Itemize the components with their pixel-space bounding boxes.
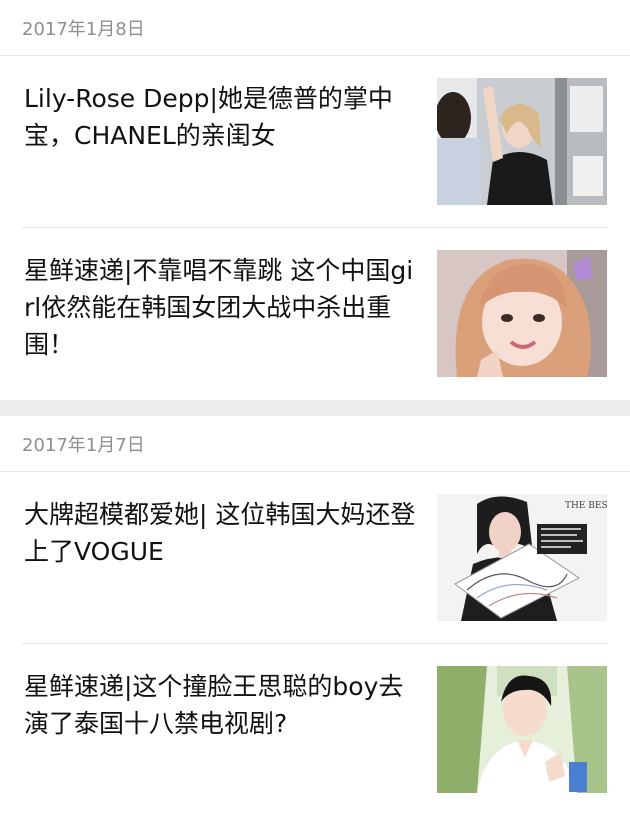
article-title[interactable]: 大牌超模都爱她| 这位韩国大妈还登上了VOGUE bbox=[24, 496, 416, 570]
article-thumbnail[interactable] bbox=[437, 666, 607, 793]
article-title[interactable]: 星鲜速递|不靠唱不靠跳 这个中国girl依然能在韩国女团大战中杀出重围！ bbox=[24, 252, 416, 363]
date-header: 2017年1月7日 bbox=[0, 416, 630, 472]
article-thumbnail[interactable] bbox=[437, 78, 607, 205]
article-thumbnail[interactable] bbox=[437, 250, 607, 377]
photo-thumbnail-image bbox=[437, 78, 607, 205]
article-thumbnail[interactable]: THE BEST bbox=[437, 494, 607, 621]
photo-thumbnail-image bbox=[437, 250, 607, 377]
article-list-page: 2017年1月8日 Lily-Rose Depp|她是德普的掌中宝，CHANEL… bbox=[0, 0, 630, 819]
article-item[interactable]: Lily-Rose Depp|她是德普的掌中宝，CHANEL的亲闺女 bbox=[22, 56, 608, 228]
article-item[interactable]: 星鲜速递|这个撞脸王思聪的boy去演了泰国十八禁电视剧? bbox=[22, 644, 608, 816]
thumbnail-text: THE BEST bbox=[565, 501, 607, 511]
article-title[interactable]: 星鲜速递|这个撞脸王思聪的boy去演了泰国十八禁电视剧? bbox=[24, 668, 416, 742]
date-header: 2017年1月8日 bbox=[0, 0, 630, 56]
date-section: 2017年1月7日 大牌超模都爱她| 这位韩国大妈还登上了VOGUE THE B… bbox=[0, 416, 630, 816]
photo-thumbnail-image bbox=[437, 666, 607, 793]
photo-thumbnail-image: THE BEST bbox=[437, 494, 607, 621]
article-title[interactable]: Lily-Rose Depp|她是德普的掌中宝，CHANEL的亲闺女 bbox=[24, 80, 416, 154]
date-section: 2017年1月8日 Lily-Rose Depp|她是德普的掌中宝，CHANEL… bbox=[0, 0, 630, 400]
article-item[interactable]: 星鲜速递|不靠唱不靠跳 这个中国girl依然能在韩国女团大战中杀出重围！ bbox=[22, 228, 608, 400]
section-divider bbox=[0, 400, 630, 416]
article-item[interactable]: 大牌超模都爱她| 这位韩国大妈还登上了VOGUE THE BES bbox=[22, 472, 608, 644]
